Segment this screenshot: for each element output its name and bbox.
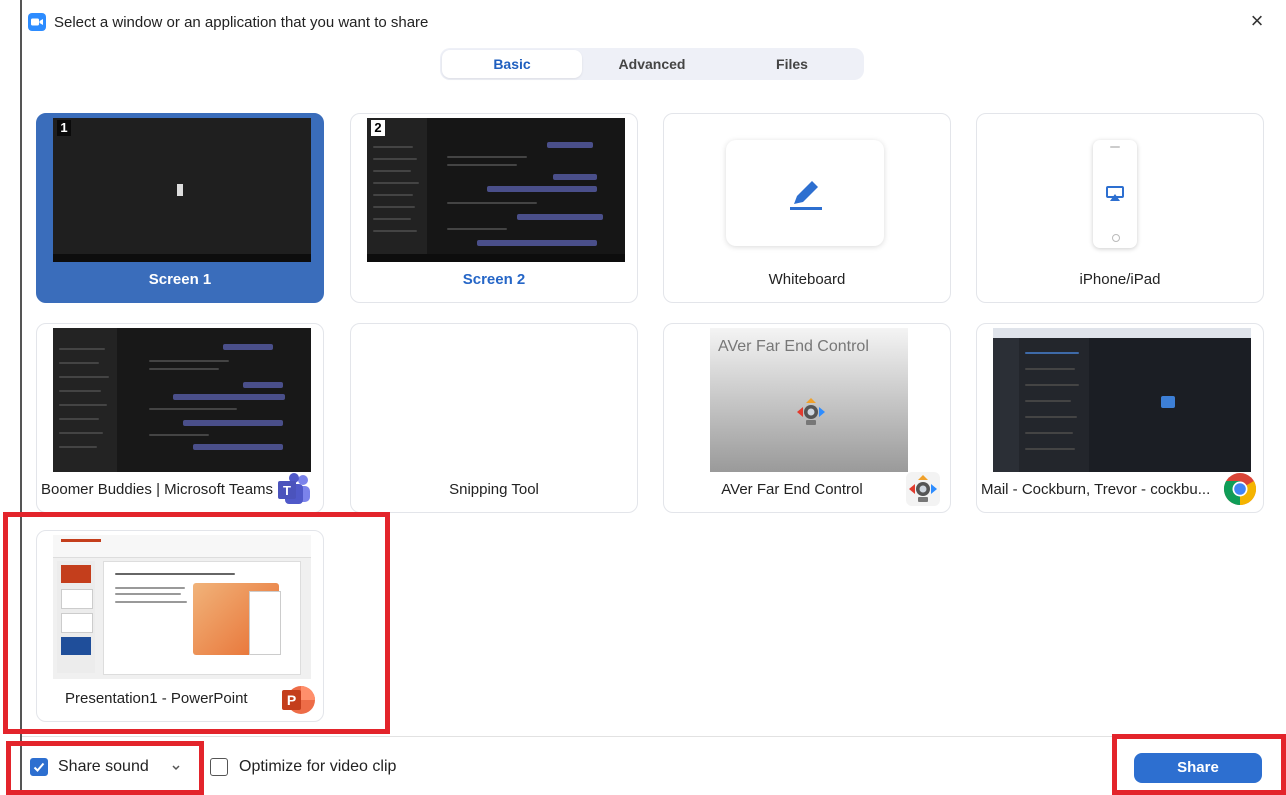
svg-text:T: T (283, 483, 291, 498)
airplay-icon (1106, 186, 1124, 201)
teams-thumbnail (53, 328, 311, 472)
tile-microsoft-teams[interactable]: Boomer Buddies | Microsoft Teams T (36, 323, 324, 513)
share-sound-label[interactable]: Share sound (58, 758, 149, 776)
zoom-app-icon (28, 13, 46, 31)
tile-whiteboard[interactable]: Whiteboard (663, 113, 951, 303)
tile-label: Whiteboard (768, 271, 846, 288)
share-sound-checkbox[interactable] (30, 758, 48, 776)
mail-thumbnail (993, 328, 1251, 472)
tile-screen-2[interactable]: 2 Screen 2 (350, 113, 638, 303)
tile-label: AVer Far End Control (721, 481, 863, 498)
title-bar: Select a window or an application that y… (28, 8, 1286, 36)
left-border (20, 0, 22, 795)
checkmark-icon (33, 762, 45, 772)
whiteboard-card (726, 140, 884, 246)
phone-illustration (1093, 140, 1137, 248)
chevron-down-icon[interactable] (171, 764, 181, 772)
screen-1-thumbnail: 1 (53, 118, 311, 262)
close-icon[interactable]: × (1246, 10, 1268, 32)
footer-divider (22, 736, 1286, 737)
svg-text:P: P (287, 692, 296, 708)
camera-control-icon (797, 398, 825, 425)
window-title: Select a window or an application that y… (54, 13, 429, 31)
optimize-video-checkbox[interactable] (210, 758, 228, 776)
share-button[interactable]: Share (1134, 753, 1262, 783)
tab-basic[interactable]: Basic (442, 50, 582, 78)
tile-screen-1[interactable]: 1 Screen 1 (36, 113, 324, 303)
pen-icon (790, 181, 822, 210)
tile-iphone-ipad[interactable]: iPhone/iPad (976, 113, 1264, 303)
aver-window-title: AVer Far End Control (718, 338, 869, 355)
screen-number-badge: 2 (371, 120, 385, 136)
tile-snipping-tool[interactable]: Snipping Tool (350, 323, 638, 513)
tile-label: Snipping Tool (449, 481, 539, 498)
tile-label: Mail - Cockburn, Trevor - cockbu... (981, 481, 1211, 498)
tile-label: iPhone/iPad (1079, 271, 1161, 288)
tile-label: Screen 2 (462, 271, 526, 288)
optimize-video-label[interactable]: Optimize for video clip (239, 758, 396, 776)
tab-bar: Basic Advanced Files (440, 48, 864, 80)
chrome-icon (1223, 473, 1257, 506)
tile-mail-chrome[interactable]: Mail - Cockburn, Trevor - cockbu... (976, 323, 1264, 513)
tile-label: Screen 1 (148, 271, 212, 288)
screen-2-thumbnail: 2 (367, 118, 625, 262)
tab-advanced[interactable]: Advanced (582, 50, 722, 78)
tile-aver-far-end-control[interactable]: AVer Far End Control AVer Far End Contro… (663, 323, 951, 513)
aver-thumbnail: AVer Far End Control (710, 328, 908, 472)
tab-files[interactable]: Files (722, 50, 862, 78)
powerpoint-thumbnail (53, 535, 311, 679)
screen-number-badge: 1 (57, 120, 71, 136)
microsoft-teams-icon: T (278, 473, 310, 504)
tile-powerpoint[interactable]: Presentation1 - PowerPoint P (36, 530, 324, 722)
aver-app-icon (906, 472, 940, 506)
powerpoint-icon: P (282, 686, 315, 714)
